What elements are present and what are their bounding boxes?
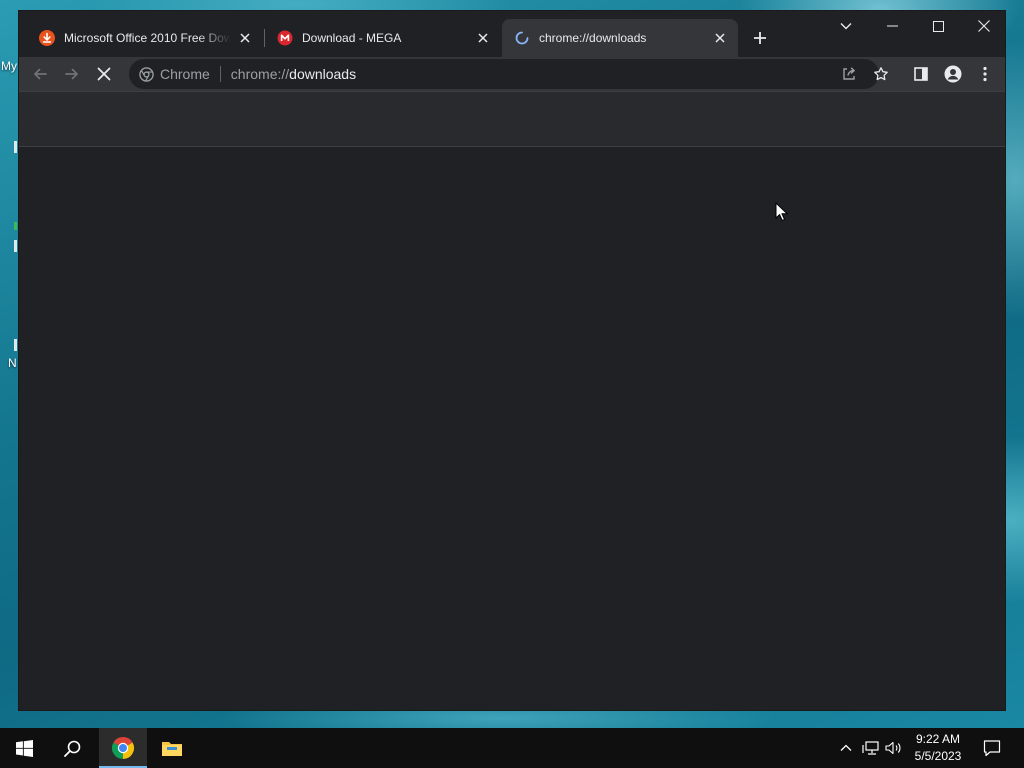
tab-strip: Microsoft Office 2010 Free Download Down… xyxy=(19,11,1005,57)
chrome-window: Microsoft Office 2010 Free Download Down… xyxy=(18,10,1006,711)
search-button[interactable] xyxy=(48,728,96,768)
network-status-button[interactable] xyxy=(861,738,881,758)
address-bar[interactable]: Chrome chrome://downloads xyxy=(129,59,879,89)
volume-button[interactable] xyxy=(884,738,904,758)
new-tab-button[interactable] xyxy=(749,27,771,49)
tab-close-icon[interactable] xyxy=(475,30,491,46)
profile-button[interactable] xyxy=(939,60,967,88)
tab-title: Download - MEGA xyxy=(302,31,402,45)
maximize-icon xyxy=(932,20,944,32)
avatar-icon xyxy=(944,65,962,83)
maximize-button[interactable] xyxy=(915,11,961,41)
plus-icon xyxy=(754,32,766,44)
close-window-button[interactable] xyxy=(961,11,1005,41)
desktop-icon-fragment xyxy=(14,222,17,230)
chevron-down-icon xyxy=(840,23,852,30)
desktop-icon-label[interactable]: My xyxy=(1,59,17,73)
close-icon xyxy=(978,20,990,32)
search-icon xyxy=(63,740,80,757)
url-scheme: chrome:// xyxy=(230,66,290,82)
desktop-icon-fragment xyxy=(14,339,17,351)
desktop-icon-fragment xyxy=(14,141,17,153)
tab-office-download[interactable]: Microsoft Office 2010 Free Download xyxy=(27,19,263,57)
volume-icon xyxy=(885,741,901,755)
notifications-icon xyxy=(983,740,1001,757)
tab-title: chrome://downloads xyxy=(539,31,647,45)
url-host: downloads xyxy=(289,66,357,82)
taskbar-clock[interactable]: 9:22 AM 5/5/2023 xyxy=(908,731,968,765)
chrome-menu-button[interactable] xyxy=(971,60,999,88)
star-icon xyxy=(874,67,888,81)
share-icon xyxy=(843,67,855,80)
tab-chrome-downloads[interactable]: chrome://downloads xyxy=(502,19,738,57)
mouse-cursor-icon xyxy=(775,202,789,222)
chrome-page-icon[interactable] xyxy=(139,66,154,82)
bookmark-button[interactable] xyxy=(867,60,895,88)
tab-mega-download[interactable]: Download - MEGA xyxy=(265,19,501,57)
clock-date: 5/5/2023 xyxy=(914,749,962,763)
downloads-header-bar xyxy=(19,91,1005,147)
download-favicon-icon xyxy=(39,30,55,46)
back-button[interactable] xyxy=(26,60,54,88)
minimize-icon xyxy=(886,25,898,27)
browser-toolbar: Chrome chrome://downloads xyxy=(19,57,1005,91)
tab-close-icon[interactable] xyxy=(237,30,253,46)
taskbar-chrome-button[interactable] xyxy=(99,728,147,768)
taskbar-file-explorer-button[interactable] xyxy=(148,728,196,768)
share-button[interactable] xyxy=(835,60,863,88)
side-panel-button[interactable] xyxy=(907,60,935,88)
chrome-icon xyxy=(111,737,135,759)
action-center-button[interactable] xyxy=(982,738,1002,758)
network-icon xyxy=(862,741,879,755)
stop-loading-button[interactable] xyxy=(90,60,118,88)
tab-title: Microsoft Office 2010 Free Download xyxy=(64,31,231,45)
tab-close-icon[interactable] xyxy=(712,30,728,46)
tab-search-button[interactable] xyxy=(823,11,869,41)
start-button[interactable] xyxy=(0,728,48,768)
clock-time: 9:22 AM xyxy=(915,732,961,746)
chevron-up-icon xyxy=(840,744,852,751)
forward-button[interactable] xyxy=(58,60,86,88)
side-panel-icon xyxy=(914,67,928,81)
mega-favicon-icon xyxy=(277,30,293,46)
loading-spinner-icon xyxy=(514,30,530,46)
stop-icon xyxy=(97,67,111,81)
desktop-icon-fragment xyxy=(14,240,17,252)
show-hidden-icons-button[interactable] xyxy=(836,738,856,758)
minimize-button[interactable] xyxy=(869,11,915,41)
kebab-menu-icon xyxy=(983,66,987,82)
downloads-page-content xyxy=(19,147,1005,710)
windows-taskbar: 9:22 AM 5/5/2023 xyxy=(0,728,1024,768)
desktop-icon-label[interactable]: N xyxy=(8,356,17,370)
arrow-left-icon xyxy=(34,68,47,80)
windows-start-icon xyxy=(15,739,33,757)
arrow-right-icon xyxy=(65,68,78,80)
page-origin-label: Chrome xyxy=(160,66,210,82)
file-explorer-icon xyxy=(162,742,182,756)
omnibox-divider xyxy=(219,66,221,82)
